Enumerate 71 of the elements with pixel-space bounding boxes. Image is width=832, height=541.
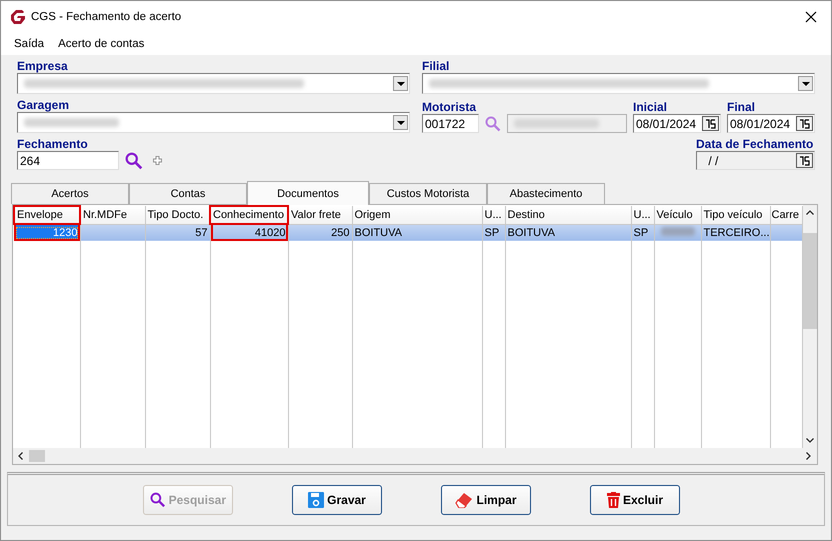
table-cell: 250 — [331, 226, 350, 239]
table-cell: 57 — [195, 226, 208, 239]
scroll-right-icon[interactable] — [806, 452, 811, 460]
tab[interactable]: Custos Motorista — [369, 183, 487, 204]
closing-number-field[interactable]: 264 — [17, 151, 119, 170]
calendar-icon[interactable] — [796, 153, 813, 168]
column-header[interactable]: Tipo Docto. — [145, 206, 210, 224]
vertical-scrollbar[interactable] — [802, 205, 817, 448]
field-label: Filial — [422, 59, 450, 73]
table-cell: SP — [484, 226, 500, 239]
company-dropdown[interactable] — [17, 73, 410, 94]
calendar-icon[interactable] — [702, 116, 719, 131]
tab[interactable]: Documentos — [247, 181, 369, 205]
column-header[interactable]: Carre — [770, 206, 802, 224]
branch-dropdown[interactable] — [422, 73, 815, 94]
tab[interactable]: Acertos — [11, 183, 129, 204]
dropdown-arrow-icon — [396, 120, 404, 124]
close-icon[interactable] — [805, 11, 817, 23]
field-label: Data de Fechamento — [696, 137, 814, 151]
date-field[interactable]: / / — [696, 151, 815, 170]
column-header[interactable]: Envelope — [14, 206, 80, 224]
table-cell: 41020 — [254, 227, 286, 240]
tab[interactable]: Abastecimento — [487, 183, 605, 204]
window-title: CGS - Fechamento de acerto — [31, 11, 182, 23]
table-cell: 1230 — [16, 227, 78, 240]
field-label: Empresa — [17, 59, 69, 73]
column-header[interactable]: Tipo veículo — [701, 206, 770, 224]
dropdown-arrow-icon — [802, 82, 810, 86]
search-icon[interactable] — [125, 152, 143, 170]
search-icon[interactable] — [485, 116, 501, 132]
action-button[interactable]: Gravar — [292, 485, 382, 515]
column-header[interactable]: Valor frete — [288, 206, 352, 224]
dropdown-arrow-icon — [396, 82, 404, 86]
scroll-left-icon[interactable] — [18, 452, 23, 460]
menu-item[interactable]: Saída — [14, 38, 44, 50]
blurred-text — [660, 226, 694, 236]
column-header[interactable]: Destino — [505, 206, 631, 224]
column-header[interactable]: U... — [631, 206, 654, 224]
date-field[interactable]: 08/01/2024 — [727, 114, 815, 133]
column-header[interactable]: U... — [482, 206, 505, 224]
column-header[interactable]: Origem — [352, 206, 482, 224]
field-label: Fechamento — [17, 137, 89, 151]
eraser-icon — [455, 492, 474, 508]
field-label: Garagem — [17, 98, 70, 112]
action-button[interactable]: Limpar — [441, 485, 531, 515]
calendar-icon[interactable] — [796, 116, 813, 131]
date-field[interactable]: 08/01/2024 — [633, 114, 721, 133]
garage-dropdown[interactable] — [17, 112, 410, 133]
column-header[interactable]: Veículo — [654, 206, 701, 224]
tab[interactable]: Contas — [129, 183, 247, 204]
column-header[interactable]: Nr.MDFe — [80, 206, 145, 224]
menu-item[interactable]: Acerto de contas — [58, 38, 144, 50]
table-cell: TERCEIRO... — [704, 226, 769, 239]
field-label: Motorista — [422, 100, 478, 114]
trash-icon — [606, 492, 620, 508]
scroll-up-icon[interactable] — [806, 210, 814, 215]
table-cell: BOITUVA — [354, 226, 402, 239]
scroll-thumb[interactable] — [29, 450, 45, 462]
plus-icon[interactable] — [153, 156, 162, 165]
search-icon — [150, 491, 166, 509]
column-header[interactable]: Conhecimento — [210, 206, 288, 224]
table-cell: SP — [634, 226, 648, 239]
table-cell: BOITUVA — [508, 226, 555, 239]
logo-icon — [10, 9, 26, 25]
driver-code-field[interactable]: 001722 — [422, 114, 479, 133]
action-button[interactable]: Excluir — [590, 485, 680, 515]
scroll-down-icon[interactable] — [806, 438, 814, 443]
field-label: Final — [727, 100, 756, 114]
horizontal-scrollbar[interactable] — [13, 448, 817, 464]
field-label: Inicial — [633, 100, 668, 114]
scroll-thumb[interactable] — [802, 233, 817, 329]
